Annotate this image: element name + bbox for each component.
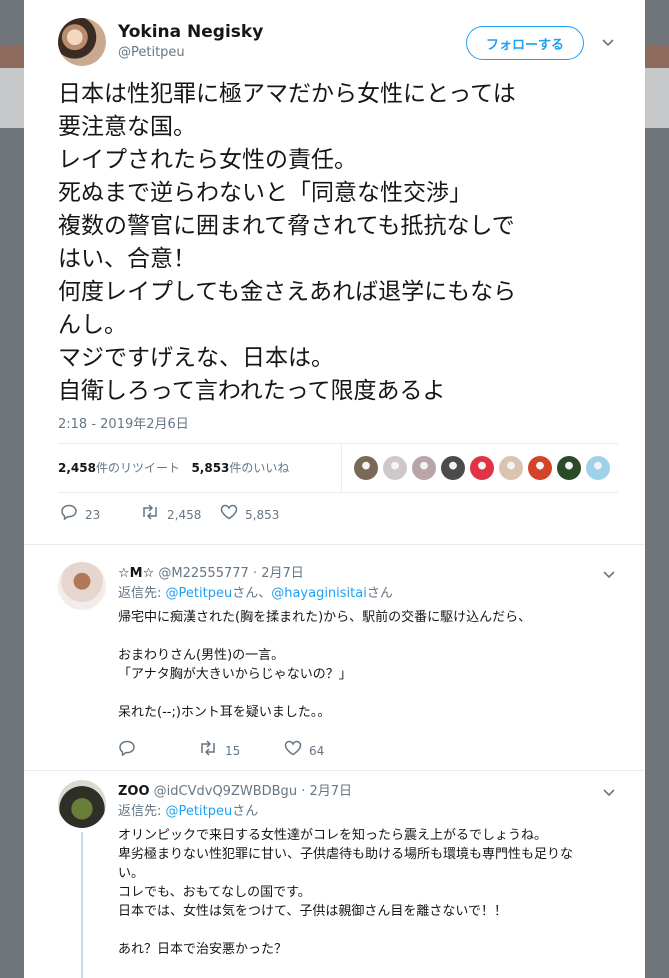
- like-button[interactable]: 64: [284, 740, 324, 761]
- reply-tweet[interactable]: ZOO @idCVdvQ9ZWBDBgu · 2月7日 返信先: @Petitp…: [58, 780, 633, 978]
- like-button[interactable]: 5,853: [220, 504, 279, 525]
- like-count: 5,853: [245, 507, 280, 522]
- reply-author-handle[interactable]: @M22555777: [158, 566, 248, 581]
- thread-connector-line: [81, 832, 83, 978]
- reply-to-suffix: さん: [366, 586, 393, 601]
- liker-avatar[interactable]: [499, 456, 523, 480]
- reply-to-line: 返信先: @Petitpeuさん: [118, 800, 258, 819]
- reply-separator: ·: [252, 566, 258, 581]
- likes-stat[interactable]: 5,853件のいいね: [191, 461, 289, 475]
- follow-button[interactable]: フォローする: [466, 26, 584, 60]
- reply-avatar[interactable]: [58, 780, 106, 828]
- likes-count: 5,853: [191, 461, 230, 475]
- reply-to-prefix: 返信先:: [118, 586, 166, 601]
- reply-header: ☆M☆ @M22555777 · 2月7日: [118, 562, 304, 581]
- tweet-text: 日本は性犯罪に極アマだから女性にとっては 要注意な国。 レイプされたら女性の責任…: [58, 81, 517, 404]
- retweet-button[interactable]: 2,458: [140, 504, 220, 525]
- reply-header: ZOO @idCVdvQ9ZWBDBgu · 2月7日: [118, 780, 352, 799]
- reply-count: 23: [85, 507, 101, 522]
- retweet-count: 15: [225, 743, 241, 758]
- tweet-actions: 23 2,458 5,853: [60, 504, 279, 525]
- tweet-header: Yokina Negisky @Petitpeu フォローする: [58, 18, 618, 70]
- reply-to-link[interactable]: @Petitpeu: [166, 586, 233, 601]
- liker-avatar[interactable]: [354, 456, 378, 480]
- author-handle[interactable]: @Petitpeu: [118, 45, 185, 60]
- retweet-icon: [198, 740, 218, 761]
- reply-date[interactable]: 2月7日: [261, 566, 304, 581]
- reply-author-name[interactable]: ☆M☆: [118, 566, 154, 581]
- retweets-stat[interactable]: 2,458件のリツイート: [58, 461, 180, 475]
- liker-avatar[interactable]: [470, 456, 494, 480]
- liker-avatar[interactable]: [557, 456, 581, 480]
- chevron-down-icon[interactable]: [602, 36, 614, 50]
- reply-author-name[interactable]: ZOO: [118, 784, 150, 799]
- reply-avatar[interactable]: [58, 562, 106, 610]
- like-count: 64: [309, 743, 325, 758]
- reply-to-line: 返信先: @Petitpeuさん、@hayaginisitaiさん: [118, 582, 393, 601]
- retweets-label: 件のリツイート: [95, 461, 180, 475]
- tweet-modal: Yokina Negisky @Petitpeu フォローする 日本は性犯罪に極…: [24, 0, 645, 978]
- reply-to-prefix: 返信先:: [118, 804, 166, 819]
- chevron-down-icon[interactable]: [603, 786, 615, 800]
- divider: [24, 770, 645, 771]
- liker-avatar[interactable]: [441, 456, 465, 480]
- liker-avatar[interactable]: [528, 456, 552, 480]
- divider: [58, 443, 618, 444]
- reply-date[interactable]: 2月7日: [309, 784, 352, 799]
- tweet-stats: 2,458件のリツイート 5,853件のいいね: [58, 459, 289, 476]
- liker-avatar[interactable]: [586, 456, 610, 480]
- reply-author-handle[interactable]: @idCVdvQ9ZWBDBgu: [154, 784, 297, 799]
- chevron-down-icon[interactable]: [603, 568, 615, 582]
- reply-button[interactable]: [118, 740, 198, 761]
- tweet-timestamp[interactable]: 2:18 - 2019年2月6日: [58, 413, 189, 432]
- reply-icon: [60, 504, 78, 525]
- reply-to-suffix: さん、: [232, 586, 272, 601]
- liker-avatars: [354, 456, 610, 480]
- author-name[interactable]: Yokina Negisky: [118, 22, 263, 42]
- heart-icon: [284, 740, 302, 761]
- reply-button[interactable]: 23: [60, 504, 140, 525]
- reply-to-suffix: さん: [232, 804, 259, 819]
- divider: [58, 492, 618, 493]
- author-avatar[interactable]: [58, 18, 106, 66]
- liker-avatar[interactable]: [412, 456, 436, 480]
- retweet-count: 2,458: [167, 507, 202, 522]
- divider: [341, 444, 342, 492]
- reply-actions: 15 64: [118, 740, 324, 761]
- reply-separator: ·: [301, 784, 306, 799]
- heart-icon: [220, 504, 238, 525]
- reply-tweet[interactable]: ☆M☆ @M22555777 · 2月7日 返信先: @Petitpeuさん、@…: [58, 562, 633, 762]
- reply-to-link[interactable]: @Petitpeu: [166, 804, 233, 819]
- liker-avatar[interactable]: [383, 456, 407, 480]
- reply-to-link[interactable]: @hayaginisitai: [271, 586, 367, 601]
- divider: [24, 544, 645, 545]
- reply-icon: [118, 740, 136, 761]
- retweet-icon: [140, 504, 160, 525]
- reply-text: オリンピックで来日する女性達がコレを知ったら震え上がるでしょうね。 卑劣極まりな…: [118, 828, 574, 957]
- retweet-button[interactable]: 15: [198, 740, 284, 761]
- reply-text: 帰宅中に痴漢された(胸を揉まれた)から、駅前の交番に駆け込んだら、 おまわりさん…: [118, 610, 532, 720]
- retweets-count: 2,458: [58, 461, 96, 475]
- likes-label: 件のいいね: [229, 461, 290, 475]
